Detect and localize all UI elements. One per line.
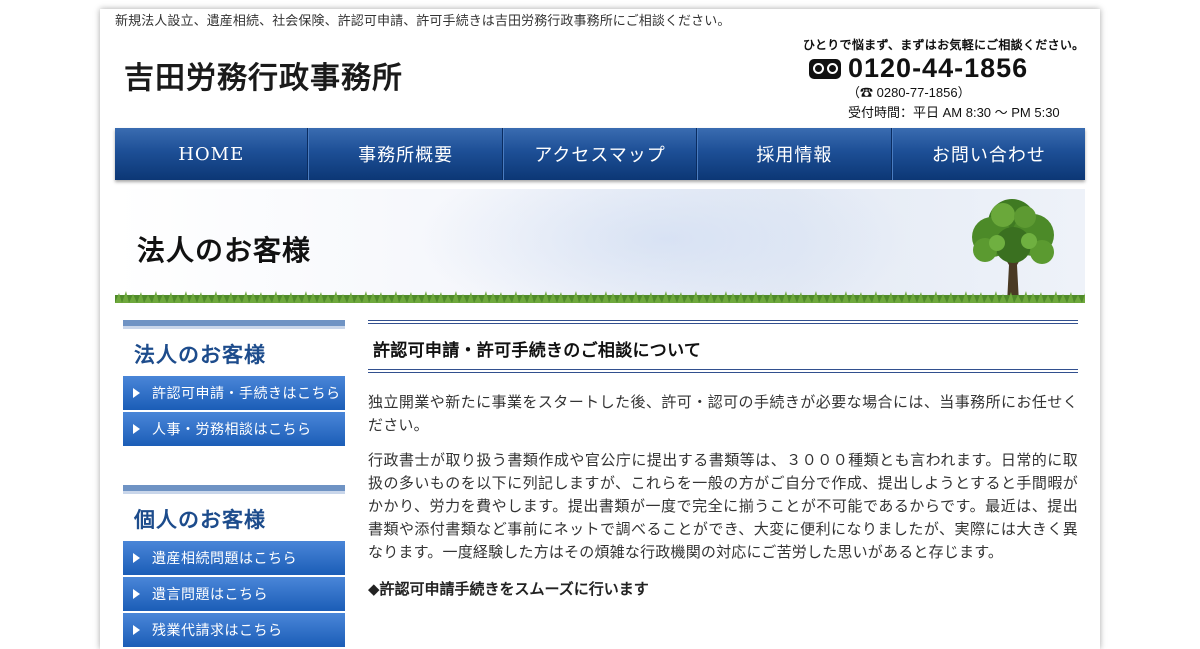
sidebar-link-label: 遺言問題はこちら bbox=[152, 587, 268, 603]
nav-item-office-overview[interactable]: 事務所概要 bbox=[308, 128, 503, 180]
nav-item-home[interactable]: HOME bbox=[115, 128, 309, 180]
contact-catchphrase: ひとりで悩まず、まずはお気軽にご相談ください。 bbox=[803, 38, 1085, 52]
nav-item-recruitment[interactable]: 採用情報 bbox=[697, 128, 892, 180]
sidebar-link-will[interactable]: 遺言問題はこちら bbox=[123, 577, 345, 611]
global-nav: HOME 事務所概要 アクセスマップ 採用情報 お問い合わせ bbox=[115, 128, 1085, 180]
section-heading-box: 許認可申請・許可手続きのご相談について bbox=[368, 320, 1078, 373]
tree-icon bbox=[972, 199, 1054, 303]
sidebar-link-permits[interactable]: 許認可申請・手続きはこちら bbox=[123, 376, 345, 410]
sidebar-link-label: 許認可申請・手続きはこちら bbox=[152, 386, 341, 402]
sidebar-link-label: 人事・労務相談はこちら bbox=[152, 422, 312, 438]
phone-number[interactable]: 0120-44-1856 bbox=[848, 55, 1028, 82]
contact-box: ひとりで悩まず、まずはお気軽にご相談ください。 0120-44-1856 （☎ … bbox=[800, 36, 1090, 121]
sidebar-title-individual: 個人のお客様 bbox=[134, 507, 266, 532]
hero-title: 法人のお客様 bbox=[137, 234, 312, 267]
arrow-right-icon bbox=[133, 553, 140, 563]
arrow-right-icon bbox=[133, 625, 140, 635]
sidebar: 法人のお客様 許認可申請・手続きはこちら 人事・労務相談はこちら 個人のお客様 … bbox=[123, 320, 345, 649]
sub-phone-number: （☎ 0280-77-1856） bbox=[847, 85, 971, 100]
freedial-icon bbox=[809, 58, 841, 79]
subheading: ◆許認可申請手続きをスムーズに行います bbox=[368, 580, 649, 598]
nav-item-access-map[interactable]: アクセスマップ bbox=[502, 128, 698, 180]
section-heading: 許認可申請・許可手続きのご相談について bbox=[373, 341, 702, 361]
hero-banner: 法人のお客様 bbox=[115, 189, 1085, 303]
sidebar-link-hr-consult[interactable]: 人事・労務相談はこちら bbox=[123, 412, 345, 446]
sidebar-link-inheritance[interactable]: 遺産相続問題はこちら bbox=[123, 541, 345, 575]
grass-strip bbox=[115, 291, 1085, 303]
sidebar-link-overtime[interactable]: 残業代請求はこちら bbox=[123, 613, 345, 647]
sidebar-link-label: 残業代請求はこちら bbox=[152, 623, 283, 639]
sidebar-title-corporate: 法人のお客様 bbox=[134, 342, 266, 367]
intro-paragraph: 独立開業や新たに事業をスタートした後、許可・認可の手続きが必要な場合には、当事務… bbox=[368, 393, 1078, 434]
arrow-right-icon bbox=[133, 589, 140, 599]
arrow-right-icon bbox=[133, 424, 140, 434]
sidebar-section-bar bbox=[123, 320, 345, 329]
site-logo[interactable]: 吉田労務行政事務所 bbox=[124, 53, 403, 97]
phone-row: 0120-44-1856 bbox=[800, 55, 1090, 82]
page-container: 新規法人設立、遺産相続、社会保険、許認可申請、許可手続きは吉田労務行政事務所にご… bbox=[100, 9, 1100, 649]
business-hours: 受付時間：平日 AM 8:30 〜 PM 5:30 bbox=[848, 105, 1060, 120]
body-paragraph: 行政書士が取り扱う書類作成や官公庁に提出する書類等は、３０００種類とも言われます… bbox=[368, 451, 1078, 561]
sidebar-section-bar bbox=[123, 485, 345, 494]
main-content: 許認可申請・許可手続きのご相談について 独立開業や新たに事業をスタートした後、許… bbox=[368, 320, 1078, 599]
header-tagline: 新規法人設立、遺産相続、社会保険、許認可申請、許可手続きは吉田労務行政事務所にご… bbox=[115, 14, 731, 29]
nav-item-contact[interactable]: お問い合わせ bbox=[891, 128, 1085, 180]
sidebar-link-label: 遺産相続問題はこちら bbox=[152, 551, 297, 567]
arrow-right-icon bbox=[133, 388, 140, 398]
